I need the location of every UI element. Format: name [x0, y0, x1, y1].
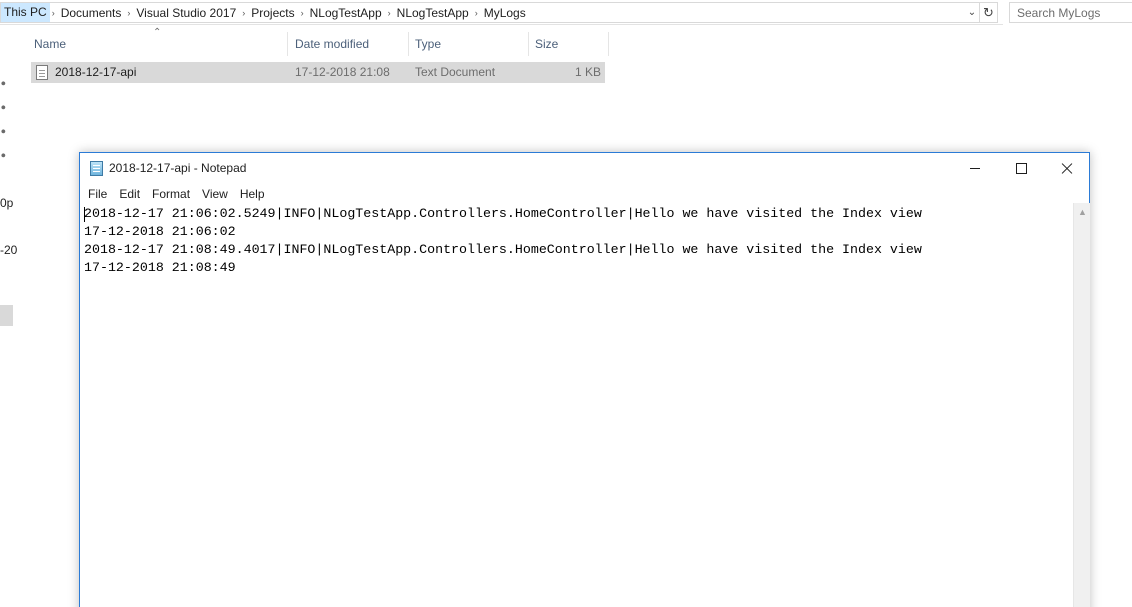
breadcrumb-mylogs[interactable]: MyLogs [480, 3, 530, 22]
chevron-right-icon[interactable]: › [386, 8, 393, 18]
nav-item-selected[interactable] [0, 305, 13, 326]
breadcrumb-nlogtestapp[interactable]: NLogTestApp › [306, 3, 393, 22]
log-line: 17-12-2018 21:08:49 [84, 260, 236, 275]
file-size: 1 KB [574, 65, 601, 79]
address-breadcrumb[interactable]: This PC › Documents › Visual Studio 2017… [0, 2, 980, 23]
log-line: 2018-12-17 21:06:02.5249|INFO|NLogTestAp… [84, 206, 922, 221]
column-header-name[interactable]: Name [28, 32, 288, 56]
column-header-size[interactable]: Size [529, 32, 609, 56]
breadcrumb-label: NLogTestApp [309, 5, 382, 20]
file-type: Text Document [415, 65, 496, 79]
breadcrumb-label: Projects [251, 5, 295, 20]
breadcrumb-documents[interactable]: Documents › [57, 3, 133, 22]
menu-format[interactable]: Format [146, 187, 196, 201]
text-editor[interactable]: 2018-12-17 21:06:02.5249|INFO|NLogTestAp… [80, 203, 1073, 607]
breadcrumb-projects[interactable]: Projects › [247, 3, 305, 22]
notepad-titlebar[interactable]: 2018-12-17-api - Notepad [80, 153, 1089, 183]
explorer-address-bar: This PC › Documents › Visual Studio 2017… [0, 0, 1003, 25]
column-header-date-modified[interactable]: Date modified [289, 32, 409, 56]
breadcrumb-visual-studio[interactable]: Visual Studio 2017 › [132, 3, 247, 22]
maximize-button[interactable] [998, 153, 1044, 183]
chevron-right-icon[interactable]: › [125, 8, 132, 18]
log-line: 2018-12-17 21:08:49.4017|INFO|NLogTestAp… [84, 242, 922, 257]
notepad-app-icon[interactable] [90, 161, 103, 176]
pin-icon: ● [0, 125, 10, 137]
search-input[interactable]: Search MyLogs [1009, 2, 1132, 23]
file-date-modified: 17-12-2018 21:08 [295, 65, 390, 79]
menu-file[interactable]: File [82, 187, 113, 201]
file-name: 2018-12-17-api [55, 65, 137, 79]
chevron-right-icon[interactable]: › [299, 8, 306, 18]
breadcrumb-nlogtestapp-inner[interactable]: NLogTestApp › [393, 3, 480, 22]
log-line: 17-12-2018 21:06:02 [84, 224, 236, 239]
scroll-up-icon[interactable]: ▲ [1074, 205, 1091, 219]
minimize-button[interactable] [952, 153, 998, 183]
text-caret [84, 207, 85, 222]
search-placeholder: Search MyLogs [1017, 5, 1101, 20]
menu-help[interactable]: Help [234, 187, 271, 201]
menu-bar: File Edit Format View Help [80, 184, 1089, 203]
column-header-type[interactable]: Type [409, 32, 529, 56]
window-title: 2018-12-17-api - Notepad [109, 161, 247, 175]
chevron-down-icon[interactable]: ⌄ [964, 2, 980, 23]
breadcrumb-label: Documents [60, 5, 122, 20]
column-header-label: Type [415, 37, 442, 51]
menu-view[interactable]: View [196, 187, 234, 201]
vertical-scrollbar[interactable]: ▲ [1073, 203, 1090, 607]
chevron-right-icon[interactable]: › [50, 8, 57, 18]
breadcrumb-label: MyLogs [483, 5, 526, 20]
breadcrumb-label: NLogTestApp [396, 5, 469, 20]
pin-icon: ● [0, 149, 10, 161]
breadcrumb-this-pc[interactable]: This PC › [1, 3, 57, 22]
file-row[interactable]: 2018-12-17-api 17-12-2018 21:08 Text Doc… [31, 62, 605, 83]
breadcrumb-label: Visual Studio 2017 [136, 5, 237, 20]
nav-item-fragment[interactable]: -20 [0, 243, 17, 257]
pin-icon: ● [0, 101, 10, 113]
menu-edit[interactable]: Edit [113, 187, 146, 201]
column-header-label: Date modified [295, 37, 370, 51]
column-header-label: Size [535, 37, 559, 51]
close-button[interactable] [1044, 153, 1090, 183]
chevron-right-icon[interactable]: › [473, 8, 480, 18]
notepad-window: 2018-12-17-api - Notepad File Edit Forma… [79, 152, 1090, 607]
text-file-icon [36, 65, 48, 80]
chevron-right-icon[interactable]: › [240, 8, 247, 18]
pin-icon: ● [0, 77, 10, 89]
nav-item-fragment[interactable]: 0p [0, 196, 13, 210]
column-header-label: Name [34, 37, 67, 51]
breadcrumb-label: This PC [1, 3, 50, 22]
refresh-icon[interactable]: ↻ [980, 2, 998, 23]
